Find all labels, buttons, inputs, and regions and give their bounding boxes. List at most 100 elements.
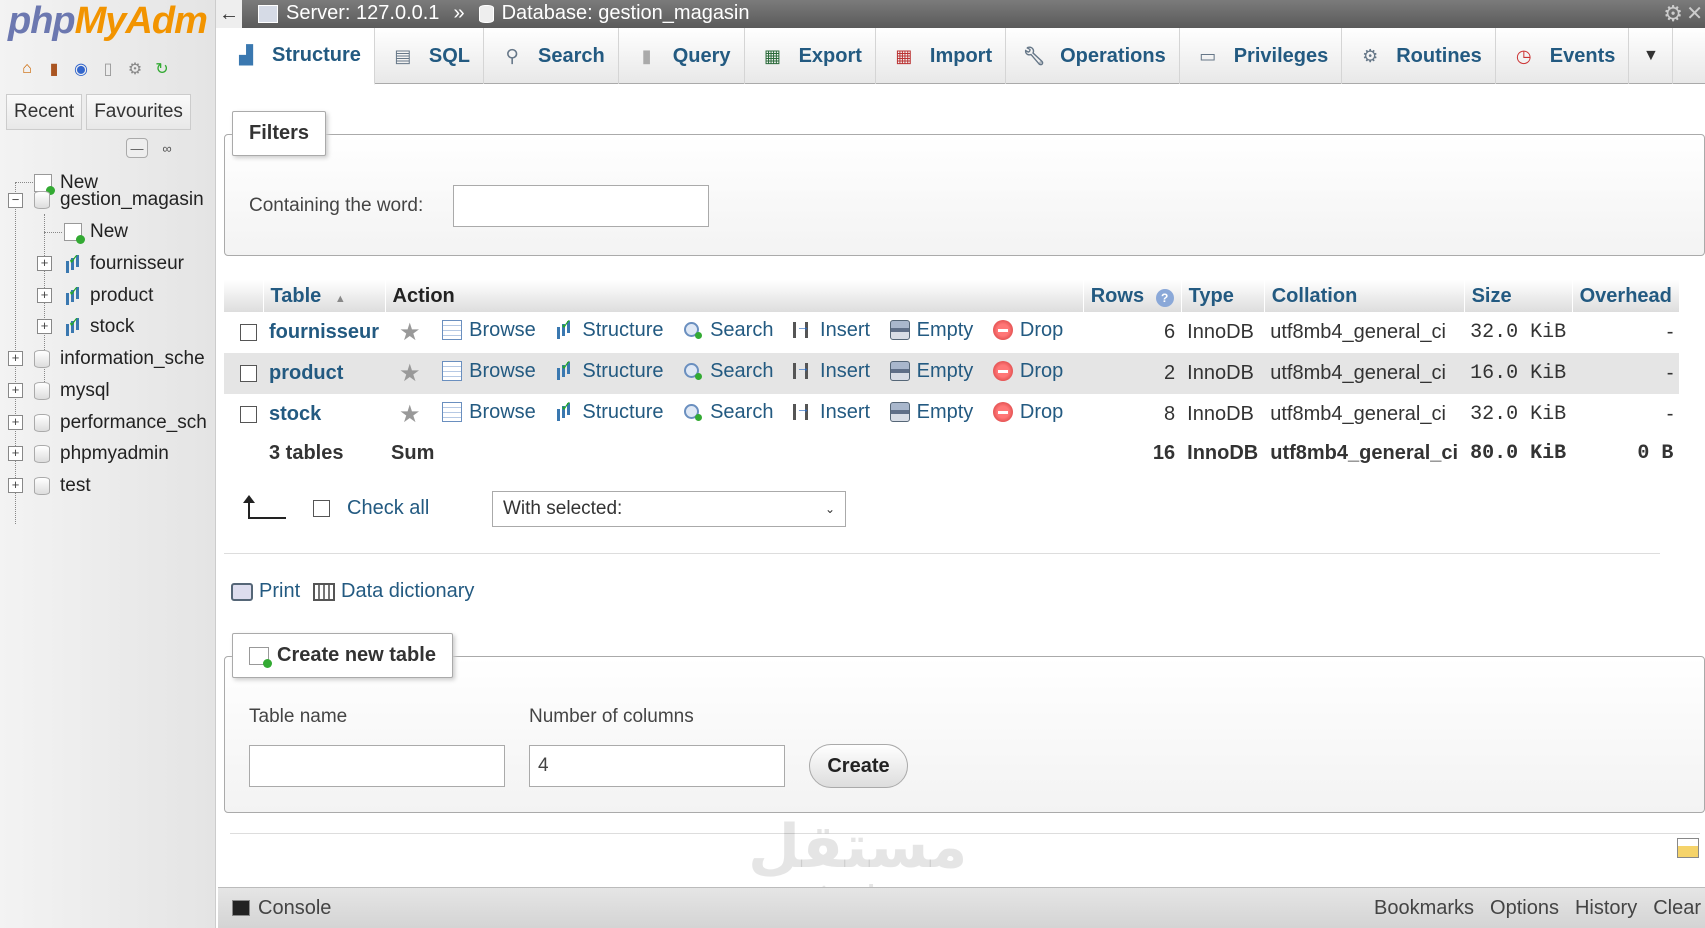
- close-icon[interactable]: ✕: [1686, 1, 1703, 26]
- tree-item-gestion-magasin[interactable]: gestion_magasin: [34, 185, 204, 215]
- insert-action[interactable]: Insert: [793, 359, 870, 383]
- tab-sql[interactable]: ▤ SQL: [375, 28, 485, 84]
- expand-icon[interactable]: +: [37, 319, 52, 334]
- breadcrumb-server[interactable]: Server: 127.0.0.1: [286, 2, 439, 25]
- home-icon[interactable]: ⌂: [16, 58, 38, 80]
- tab-structure[interactable]: ▟ Structure: [218, 28, 375, 85]
- structure-action[interactable]: Structure: [555, 357, 664, 383]
- favourites-tab[interactable]: Favourites: [86, 94, 191, 130]
- expand-icon[interactable]: +: [8, 415, 23, 430]
- header-overhead[interactable]: Overhead: [1572, 280, 1680, 312]
- favorite-star-icon[interactable]: ★: [399, 360, 421, 387]
- size[interactable]: 16.0 KiB: [1464, 353, 1573, 394]
- collapse-all-icon[interactable]: —: [126, 138, 148, 158]
- drop-action[interactable]: Drop: [992, 319, 1063, 342]
- tree-item-test[interactable]: test: [34, 471, 91, 501]
- favorite-star-icon[interactable]: ★: [399, 319, 421, 346]
- console-toggle[interactable]: Console: [258, 897, 331, 920]
- expand-icon[interactable]: +: [8, 351, 23, 366]
- phpmyadmin-logo[interactable]: phpMyAdm: [8, 0, 208, 43]
- with-selected-dropdown[interactable]: With selected: ⌄: [492, 491, 846, 527]
- tree-item-information-schema[interactable]: information_sche: [34, 344, 205, 374]
- size[interactable]: 32.0 KiB: [1464, 312, 1573, 353]
- expand-icon[interactable]: +: [37, 256, 52, 271]
- size[interactable]: 32.0 KiB: [1464, 394, 1573, 435]
- page-settings-icon[interactable]: [1677, 838, 1699, 858]
- back-arrow-icon[interactable]: ←: [216, 0, 242, 28]
- browse-action[interactable]: Browse: [442, 401, 536, 424]
- header-size[interactable]: Size: [1464, 280, 1573, 312]
- logout-icon[interactable]: ▮: [43, 58, 65, 80]
- filter-input[interactable]: [453, 185, 709, 227]
- sql-icon: ▤: [394, 45, 412, 66]
- tree-item-new-table[interactable]: New: [64, 217, 128, 247]
- search-action[interactable]: Search: [683, 319, 773, 342]
- row-checkbox[interactable]: [240, 406, 257, 424]
- tab-query[interactable]: ▮ Query: [619, 28, 745, 84]
- tab-operations[interactable]: 🔧︎ Operations: [1006, 28, 1180, 84]
- print-link[interactable]: Print: [231, 580, 300, 603]
- tree-item-fournisseur[interactable]: fournisseur: [64, 249, 184, 279]
- tree-item-performance-schema[interactable]: performance_sch: [34, 408, 207, 438]
- settings-icon[interactable]: ⚙: [124, 58, 146, 80]
- tab-export[interactable]: ▦ Export: [745, 28, 876, 84]
- console-history[interactable]: History: [1575, 897, 1637, 920]
- insert-action[interactable]: Insert: [793, 400, 870, 424]
- tab-import[interactable]: ▦ Import: [876, 28, 1007, 84]
- empty-action[interactable]: Empty: [889, 319, 973, 342]
- tree-item-stock[interactable]: stock: [64, 312, 134, 342]
- drop-action[interactable]: Drop: [992, 360, 1063, 383]
- structure-action[interactable]: Structure: [555, 316, 664, 342]
- browse-action[interactable]: Browse: [442, 319, 536, 342]
- tree-item-phpmyadmin[interactable]: phpmyadmin: [34, 439, 169, 469]
- header-table[interactable]: Table ▲: [263, 280, 386, 312]
- insert-action[interactable]: Insert: [793, 318, 870, 342]
- drop-action[interactable]: Drop: [992, 401, 1063, 424]
- browse-action[interactable]: Browse: [442, 360, 536, 383]
- data-dictionary-link[interactable]: Data dictionary: [313, 580, 474, 603]
- tab-events[interactable]: ◷ Events: [1496, 28, 1630, 84]
- search-action[interactable]: Search: [683, 401, 773, 424]
- tree-item-product[interactable]: product: [64, 281, 153, 311]
- check-all-checkbox[interactable]: [313, 500, 330, 517]
- gear-icon[interactable]: ⚙: [1663, 1, 1683, 27]
- console-options[interactable]: Options: [1490, 897, 1559, 920]
- tab-routines[interactable]: ⚙ Routines: [1342, 28, 1496, 84]
- row-checkbox[interactable]: [240, 365, 257, 383]
- reload-icon[interactable]: ↻: [151, 58, 173, 80]
- tree-item-mysql[interactable]: mysql: [34, 376, 110, 406]
- expand-icon[interactable]: +: [8, 478, 23, 493]
- help-icon[interactable]: ◉: [70, 58, 92, 80]
- columns-input[interactable]: 4: [529, 745, 785, 787]
- expand-icon[interactable]: +: [8, 446, 23, 461]
- check-all-label[interactable]: Check all: [347, 497, 429, 520]
- import-icon: ▦: [895, 45, 913, 66]
- empty-action[interactable]: Empty: [889, 401, 973, 424]
- console-bookmarks[interactable]: Bookmarks: [1374, 897, 1474, 920]
- header-rows[interactable]: Rows ?: [1083, 280, 1182, 312]
- table-name-link[interactable]: product: [269, 362, 343, 384]
- tab-privileges[interactable]: ▭ Privileges: [1180, 28, 1343, 84]
- structure-action[interactable]: Structure: [555, 398, 664, 424]
- link-with-main-icon[interactable]: ∞: [156, 138, 178, 158]
- header-collation[interactable]: Collation: [1264, 280, 1465, 312]
- expand-icon[interactable]: +: [37, 288, 52, 303]
- create-button[interactable]: Create: [809, 744, 908, 788]
- expand-icon[interactable]: +: [8, 383, 23, 398]
- empty-action[interactable]: Empty: [889, 360, 973, 383]
- breadcrumb-database[interactable]: Database: gestion_magasin: [502, 2, 750, 25]
- more-tabs-dropdown[interactable]: ▼: [1629, 28, 1674, 84]
- favorite-star-icon[interactable]: ★: [399, 401, 421, 428]
- collapse-icon[interactable]: −: [8, 193, 23, 208]
- table-name-link[interactable]: stock: [269, 403, 321, 425]
- header-type[interactable]: Type: [1181, 280, 1265, 312]
- table-name-link[interactable]: fournisseur: [269, 321, 379, 343]
- row-checkbox[interactable]: [240, 324, 257, 342]
- table-name-input[interactable]: [249, 745, 505, 787]
- recent-tab[interactable]: Recent: [6, 94, 83, 130]
- tab-search[interactable]: ⚲ Search: [484, 28, 619, 84]
- help-icon[interactable]: ?: [1155, 288, 1174, 307]
- search-action[interactable]: Search: [683, 360, 773, 383]
- docs-icon[interactable]: ▯: [97, 58, 119, 80]
- console-clear[interactable]: Clear: [1653, 897, 1701, 920]
